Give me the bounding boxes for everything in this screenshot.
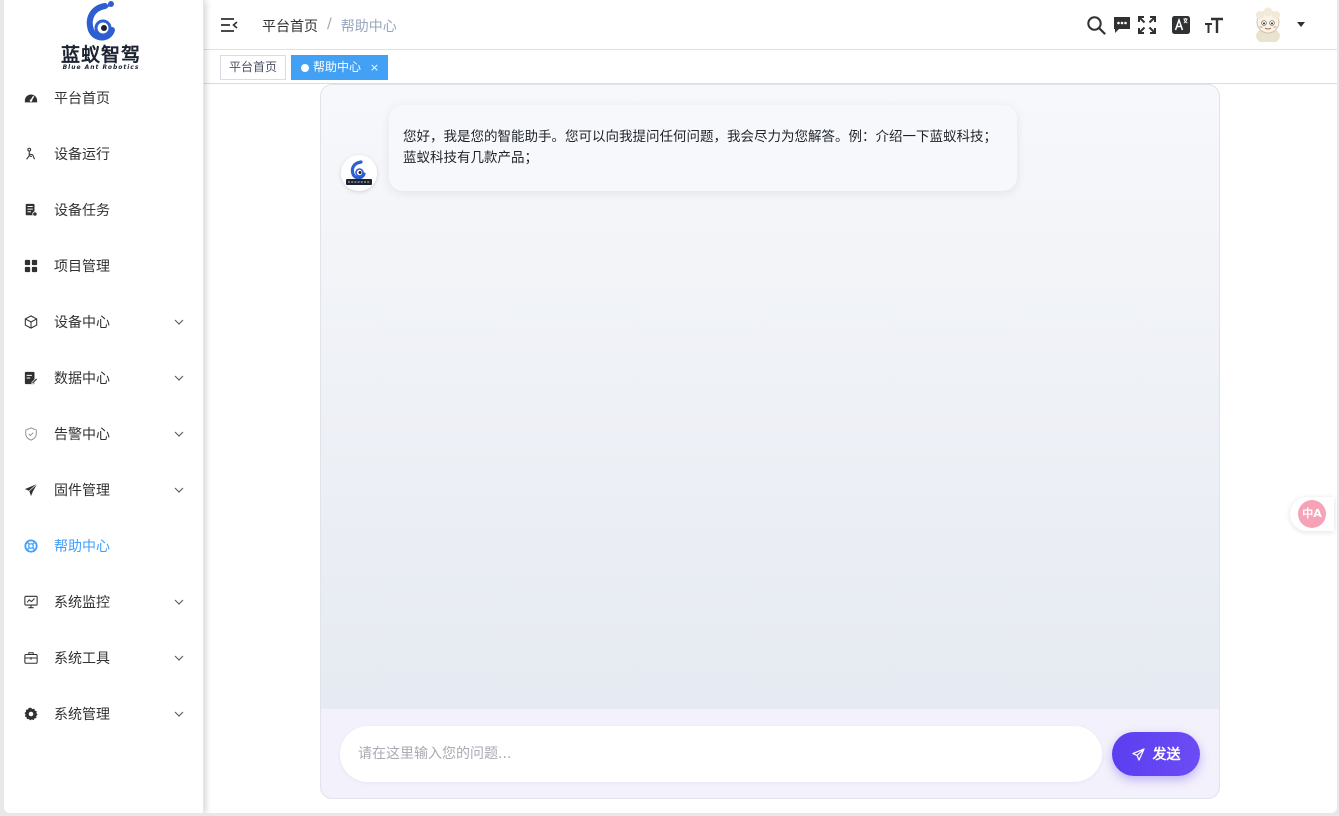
sidebar-item-alarm-center[interactable]: 告警中心 <box>4 406 204 462</box>
font-size-icon[interactable] <box>1204 15 1224 35</box>
task-icon <box>24 203 38 217</box>
sidebar-menu: 平台首页 设备运行 设备任务 项目管理 设备中心 数据中心 告警中心 固件管理 … <box>4 70 204 742</box>
chat-panel: 您好，我是您的智能助手。您可以向我提问任何问题，我会尽力为您解答。例：介绍一下蓝… <box>320 84 1220 799</box>
sidebar: 蓝蚁智驾 Blue Ant Robotics 平台首页 设备运行 设备任务 项目… <box>4 0 204 813</box>
hamburger-icon[interactable] <box>220 16 238 34</box>
bot-avatar <box>341 155 377 191</box>
sidebar-item-label: 系统监控 <box>54 595 110 611</box>
logo-text: 蓝蚁智驾 <box>60 44 141 66</box>
sidebar-item-device-run[interactable]: 设备运行 <box>4 126 204 182</box>
send-button-label: 发送 <box>1152 746 1181 762</box>
shield-icon <box>24 427 38 441</box>
translate-icon[interactable] <box>1171 15 1191 35</box>
chevron-down-icon <box>174 431 184 437</box>
breadcrumb-separator: / <box>327 16 332 32</box>
sidebar-item-system-monitor[interactable]: 系统监控 <box>4 574 204 630</box>
sidebar-item-label: 设备任务 <box>54 203 110 219</box>
sidebar-item-device-center[interactable]: 设备中心 <box>4 294 204 350</box>
sidebar-item-label: 系统管理 <box>54 707 110 723</box>
sidebar-item-system-tools[interactable]: 系统工具 <box>4 630 204 686</box>
chat-input[interactable] <box>340 726 1102 782</box>
fullscreen-icon[interactable] <box>1137 15 1157 35</box>
tag-label: 帮助中心 <box>313 60 362 74</box>
ant-logo-icon <box>341 155 377 191</box>
chat-icon[interactable] <box>1112 15 1132 35</box>
sidebar-item-project[interactable]: 项目管理 <box>4 238 204 294</box>
bot-message-bubble: 您好，我是您的智能助手。您可以向我提问任何问题，我会尽力为您解答。例：介绍一下蓝… <box>389 105 1017 191</box>
chevron-down-icon <box>174 711 184 717</box>
sidebar-item-help-center[interactable]: 帮助中心 <box>4 518 204 574</box>
paper-plane-icon <box>24 483 38 497</box>
send-button[interactable]: 发送 <box>1112 732 1200 776</box>
app-window: 蓝蚁智驾 Blue Ant Robotics 平台首页 设备运行 设备任务 项目… <box>4 0 1337 813</box>
active-dot-icon <box>301 64 309 72</box>
device-run-icon <box>24 147 38 161</box>
tag-home[interactable]: 平台首页 <box>220 55 287 80</box>
data-edit-icon <box>24 371 38 385</box>
sidebar-item-system-admin[interactable]: 系统管理 <box>4 686 204 742</box>
paper-plane-icon <box>1131 747 1145 761</box>
toolbox-icon <box>24 651 38 665</box>
ant-logo-icon <box>86 1 115 41</box>
sidebar-item-label: 告警中心 <box>54 427 110 443</box>
sidebar-item-label: 设备运行 <box>54 147 110 163</box>
help-icon <box>24 539 38 553</box>
breadcrumb-home[interactable]: 平台首页 <box>262 16 318 36</box>
chevron-down-icon <box>174 319 184 325</box>
navbar: 平台首页 / 帮助中心 <box>204 0 1337 50</box>
caret-down-icon[interactable] <box>1297 20 1305 28</box>
sidebar-item-label: 数据中心 <box>54 371 110 387</box>
sidebar-item-label: 固件管理 <box>54 483 110 499</box>
chevron-down-icon <box>174 599 184 605</box>
floating-translate-button[interactable]: 中A <box>1290 497 1334 531</box>
sidebar-item-device-task[interactable]: 设备任务 <box>4 182 204 238</box>
sidebar-item-data-center[interactable]: 数据中心 <box>4 350 204 406</box>
gear-icon <box>24 707 38 721</box>
grid-icon <box>24 259 38 273</box>
chevron-down-icon <box>174 487 184 493</box>
sidebar-item-label: 帮助中心 <box>54 539 110 555</box>
breadcrumb: 平台首页 / 帮助中心 <box>262 16 397 36</box>
sidebar-item-label: 系统工具 <box>54 651 110 667</box>
chevron-down-icon <box>174 655 184 661</box>
logo[interactable]: 蓝蚁智驾 Blue Ant Robotics <box>4 0 204 78</box>
avatar[interactable] <box>1250 6 1286 42</box>
sidebar-item-label: 项目管理 <box>54 259 110 275</box>
chevron-down-icon <box>174 375 184 381</box>
dashboard-icon <box>24 91 38 105</box>
main-content: 您好，我是您的智能助手。您可以向我提问任何问题，我会尽力为您解答。例：介绍一下蓝… <box>204 84 1337 813</box>
sidebar-item-label: 平台首页 <box>54 91 110 107</box>
floating-translate-label: 中A <box>1298 500 1326 528</box>
search-icon[interactable] <box>1086 15 1106 35</box>
sidebar-item-label: 设备中心 <box>54 315 110 331</box>
sheep-avatar-icon <box>1250 6 1286 42</box>
tag-help-center[interactable]: 帮助中心 × <box>291 55 389 80</box>
sidebar-item-firmware[interactable]: 固件管理 <box>4 462 204 518</box>
tag-label: 平台首页 <box>229 60 278 74</box>
chat-input-bar: 发送 <box>321 709 1219 798</box>
close-icon[interactable]: × <box>370 61 379 74</box>
tags-view: 平台首页 帮助中心 × <box>204 50 1337 84</box>
sidebar-item-home[interactable]: 平台首页 <box>4 70 204 126</box>
breadcrumb-current: 帮助中心 <box>340 19 397 35</box>
cube-icon <box>24 315 38 329</box>
monitor-icon <box>24 595 38 609</box>
